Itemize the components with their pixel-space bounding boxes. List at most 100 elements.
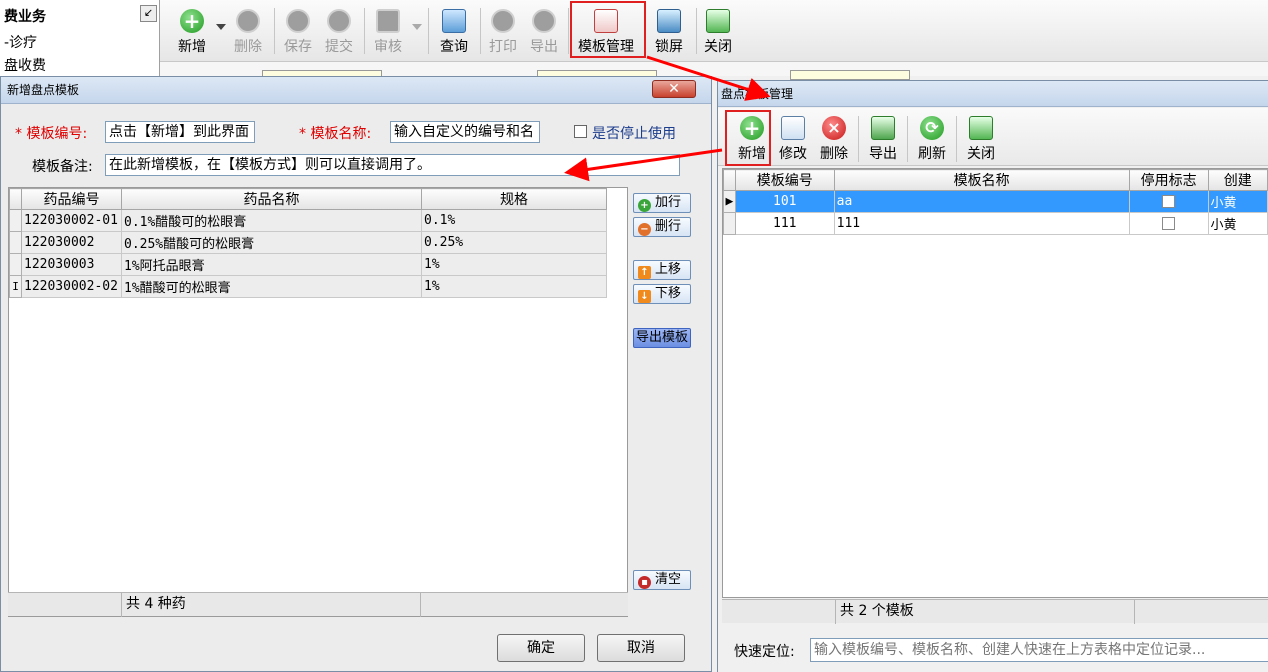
- disabled-flag-checkbox[interactable]: [1162, 217, 1176, 230]
- remark-label: 模板备注:: [32, 159, 93, 175]
- template-name-cell[interactable]: aa: [833, 190, 1130, 213]
- column-header[interactable]: 模板编号: [734, 169, 835, 191]
- add-row-button[interactable]: + 加行: [633, 193, 691, 213]
- template-no-label: * 模板编号:: [15, 126, 88, 142]
- grid-header-row: 药品编号 药品名称 规格: [9, 188, 607, 210]
- table-row[interactable]: 111 111 小黄: [723, 212, 1268, 235]
- background-field: [790, 70, 910, 80]
- stop-use-checkbox[interactable]: [574, 125, 587, 138]
- query-button[interactable]: 查询: [432, 7, 476, 57]
- cancel-button[interactable]: 取消: [597, 634, 685, 662]
- refresh-button[interactable]: ⟳ 刷新: [910, 114, 954, 164]
- drug-count: 共 4 种药: [121, 593, 421, 617]
- drug-name-cell[interactable]: 0.1%醋酸可的松眼膏: [121, 209, 422, 232]
- template-grid[interactable]: 模板编号 模板名称 停用标志 创建 ▶ 101 aa 小黄 111 111 小黄: [722, 168, 1268, 598]
- drug-spec-cell[interactable]: 0.25%: [421, 231, 607, 254]
- column-header[interactable]: 模板名称: [833, 169, 1130, 191]
- template-name-label: * 模板名称:: [299, 126, 372, 142]
- table-row[interactable]: 122030002 0.25%醋酸可的松眼膏 0.25%: [9, 231, 607, 254]
- drug-name-cell[interactable]: 1%阿托品眼膏: [121, 253, 422, 276]
- template-no-cell[interactable]: 101: [734, 190, 835, 213]
- submit-button[interactable]: 提交: [317, 7, 361, 57]
- add-template-dialog: 新增盘点模板 ✕ * 模板编号: 点击【新增】到此界面 * 模板名称: 输入自定…: [0, 76, 712, 672]
- edit-template-button[interactable]: 修改: [771, 114, 815, 164]
- exit-icon: [706, 9, 730, 33]
- add-dropdown-arrow-icon[interactable]: [216, 24, 226, 30]
- stop-use-label: 是否停止使用: [592, 126, 676, 142]
- delete-button[interactable]: 删除: [226, 7, 270, 57]
- export-button[interactable]: 导出: [522, 7, 566, 57]
- lock-screen-button[interactable]: 锁屏: [647, 7, 691, 57]
- close-button[interactable]: 关闭: [696, 7, 740, 57]
- export-icon: [532, 9, 556, 33]
- query-icon: [442, 9, 466, 33]
- table-row[interactable]: 122030003 1%阿托品眼膏 1%: [9, 253, 607, 276]
- dialog-title: 盘点模板管理: [718, 81, 1268, 107]
- minus-circle-icon: −: [638, 223, 651, 236]
- drug-grid[interactable]: 药品编号 药品名称 规格 122030002-01 0.1%醋酸可的松眼膏 0.…: [8, 187, 628, 617]
- drug-spec-cell[interactable]: 0.1%: [421, 209, 607, 232]
- delete-x-icon: ×: [822, 116, 846, 140]
- remark-field[interactable]: 在此新增模板，在【模板方式】则可以直接调用了。: [105, 154, 680, 176]
- move-down-button[interactable]: ↓ 下移: [633, 284, 691, 304]
- column-header[interactable]: 创建: [1207, 169, 1268, 191]
- nav-item[interactable]: 盘收费: [4, 55, 46, 75]
- delete-icon: [236, 9, 260, 33]
- add-icon: +: [180, 9, 204, 33]
- disabled-flag-checkbox[interactable]: [1162, 195, 1176, 208]
- trash-icon: ▪: [638, 576, 651, 589]
- close-manage-button[interactable]: 关闭: [959, 114, 1003, 164]
- excel-export-icon: [871, 116, 895, 140]
- table-row[interactable]: ▶ 101 aa 小黄: [723, 190, 1268, 213]
- drug-code-cell[interactable]: 122030003: [21, 253, 122, 276]
- template-manage-highlight: [570, 1, 646, 58]
- drug-spec-cell[interactable]: 1%: [421, 253, 607, 276]
- drug-spec-cell[interactable]: 1%: [421, 275, 607, 298]
- arrow-up-icon: ↑: [638, 266, 651, 279]
- audit-dropdown-arrow-icon[interactable]: [412, 24, 422, 30]
- move-up-button[interactable]: ↑ 上移: [633, 260, 691, 280]
- exit-icon: [969, 116, 993, 140]
- grid-footer: 共 4 种药: [8, 592, 628, 617]
- creator-cell[interactable]: 小黄: [1207, 212, 1268, 235]
- column-header[interactable]: 规格: [421, 188, 607, 210]
- export-template-list-button[interactable]: 导出: [861, 114, 905, 164]
- plus-circle-icon: +: [638, 199, 651, 212]
- add-button[interactable]: + 新增: [170, 7, 214, 57]
- template-no-field[interactable]: 点击【新增】到此界面: [105, 121, 255, 143]
- column-header[interactable]: 药品名称: [121, 188, 422, 210]
- manage-toolbar: + 新增 修改 × 删除 导出 ⟳ 刷新 关闭: [718, 108, 1268, 166]
- export-template-button[interactable]: 导出模板: [633, 328, 691, 348]
- column-header[interactable]: 药品编号: [21, 188, 122, 210]
- dialog-title: 新增盘点模板: [1, 77, 711, 104]
- main-toolbar: + 新增 删除 保存 提交 审核 查询 打印 导出 模板管理 锁屏 关闭: [160, 0, 1268, 62]
- creator-cell[interactable]: 小黄: [1207, 190, 1268, 213]
- table-row[interactable]: I 122030002-02 1%醋酸可的松眼膏 1%: [9, 275, 607, 298]
- ok-button[interactable]: 确定: [497, 634, 585, 662]
- print-icon: [491, 9, 515, 33]
- drug-name-cell[interactable]: 1%醋酸可的松眼膏: [121, 275, 422, 298]
- template-name-field[interactable]: 输入自定义的编号和名: [390, 121, 540, 143]
- arrow-down-icon: ↓: [638, 290, 651, 303]
- print-button[interactable]: 打印: [481, 7, 525, 57]
- audit-icon: [376, 9, 400, 33]
- drug-name-cell[interactable]: 0.25%醋酸可的松眼膏: [121, 231, 422, 254]
- save-icon: [286, 9, 310, 33]
- template-no-cell[interactable]: 111: [734, 212, 835, 235]
- column-header[interactable]: 停用标志: [1128, 169, 1209, 191]
- collapse-panel-icon[interactable]: ↙: [140, 5, 157, 22]
- template-name-cell[interactable]: 111: [833, 212, 1130, 235]
- delete-template-button[interactable]: × 删除: [812, 114, 856, 164]
- nav-item[interactable]: -诊疗: [4, 32, 37, 52]
- table-row[interactable]: 122030002-01 0.1%醋酸可的松眼膏 0.1%: [9, 209, 607, 232]
- drug-code-cell[interactable]: 122030002-02: [21, 275, 122, 298]
- clear-button[interactable]: ▪ 清空: [633, 570, 691, 590]
- submit-icon: [327, 9, 351, 33]
- quick-locate-input[interactable]: [810, 638, 1268, 662]
- drug-code-cell[interactable]: 122030002: [21, 231, 122, 254]
- save-button[interactable]: 保存: [276, 7, 320, 57]
- delete-row-button[interactable]: − 删行: [633, 217, 691, 237]
- audit-button[interactable]: 审核: [366, 7, 410, 57]
- drug-code-cell[interactable]: 122030002-01: [21, 209, 122, 232]
- close-icon[interactable]: ✕: [652, 80, 696, 98]
